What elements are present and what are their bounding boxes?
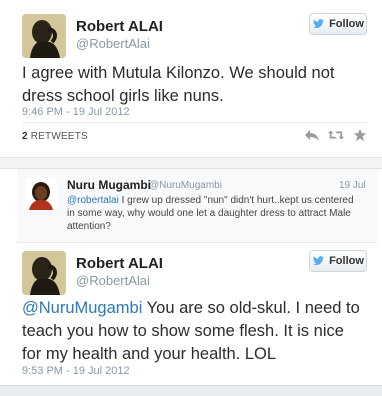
retweet-stats[interactable]: 2 RETWEETS [22,131,88,142]
divider [22,122,367,123]
tweet-text: @NuruMugambi You are so old-skul. I need… [22,297,367,366]
reply-icon[interactable] [304,128,320,142]
twitter-bird-icon [313,256,325,266]
follow-button[interactable]: Follow [309,250,367,272]
author-handle[interactable]: @RobertAlai [76,273,150,288]
follow-label: Follow [329,255,364,267]
author-name[interactable]: Robert ALAI [76,18,163,35]
tweet-separator [0,158,382,169]
reply-mention-link[interactable]: @robertalai [67,195,119,206]
avatar[interactable] [22,251,66,295]
tweet-text: I agree with Mutula Kilonzo. We should n… [22,64,335,105]
tweet-timestamp[interactable]: 9:53 PM - 19 Jul 2012 [22,365,130,377]
reply-author-name[interactable]: Nuru Mugambi [67,178,151,192]
tweet-card-robert-1: Robert ALAI @RobertAlai Follow I agree w… [0,0,382,158]
bottom-edge [0,385,382,396]
author-name[interactable]: Robert ALAI [76,255,163,272]
author-handle[interactable]: @RobertAlai [76,36,150,51]
follow-button[interactable]: Follow [309,13,367,35]
reply-tweet[interactable]: Nuru Mugambi @NuruMugambi 19 Jul @robert… [17,169,377,243]
tweet-actions [304,128,368,142]
avatar-image [22,14,66,58]
avatar[interactable] [22,14,66,58]
follow-label: Follow [329,18,364,30]
reply-author-handle[interactable]: @NuruMugambi [149,180,222,191]
mention-link[interactable]: @NuruMugambi [22,299,142,317]
avatar[interactable] [25,178,57,210]
avatar-image [25,178,57,210]
star-icon[interactable] [352,128,368,142]
twitter-bird-icon [313,19,325,29]
conversation-panel: Nuru Mugambi @NuruMugambi 19 Jul @robert… [0,169,382,395]
retweet-icon[interactable] [328,128,344,142]
retweet-label: RETWEETS [30,131,88,142]
reply-date[interactable]: 19 Jul [339,180,366,191]
tweet-timestamp[interactable]: 9:46 PM - 19 Jul 2012 [22,106,130,118]
avatar-image [22,251,66,295]
reply-text: @robertalai I grew up dressed "nun" didn… [67,194,362,233]
retweet-count: 2 [22,131,28,142]
